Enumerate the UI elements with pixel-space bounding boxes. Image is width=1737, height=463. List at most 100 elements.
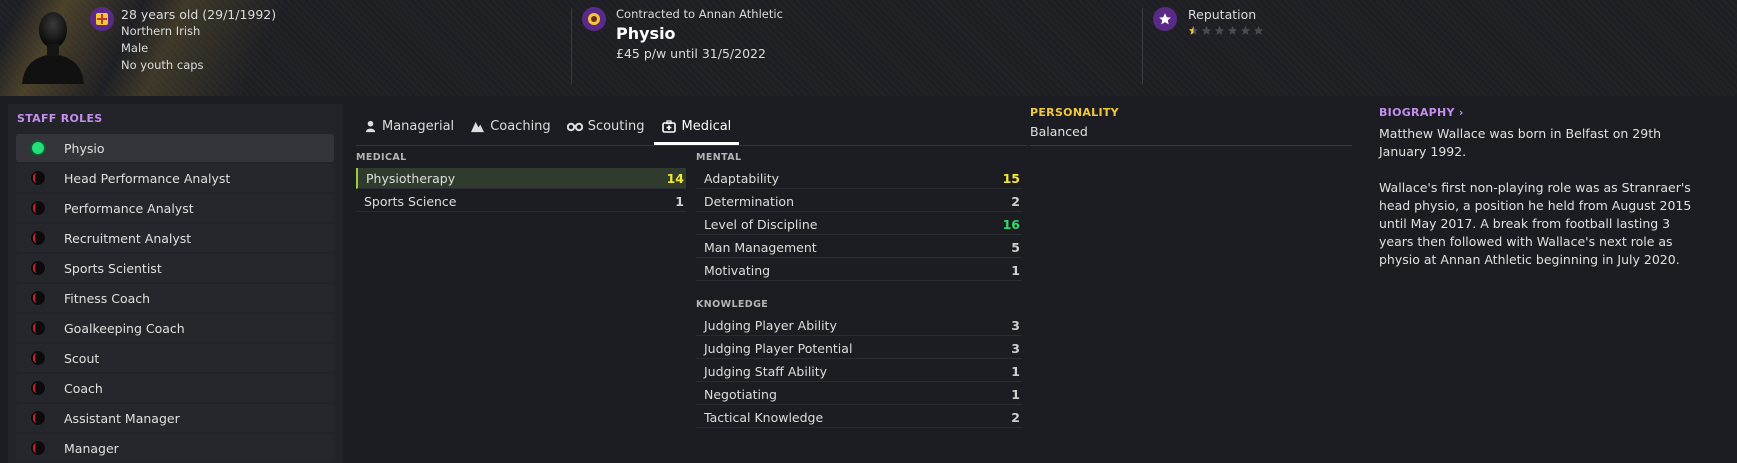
reputation-stars — [1188, 25, 1264, 36]
managerial-icon — [365, 120, 376, 132]
role-item[interactable]: Scout — [16, 344, 334, 372]
coaching-icon — [471, 121, 485, 132]
attribute-row[interactable]: Physiotherapy 14 — [356, 168, 686, 189]
attribute-value: 15 — [1002, 170, 1020, 186]
attribute-row[interactable]: Motivating 1 — [696, 260, 1022, 281]
role-item[interactable]: Goalkeeping Coach — [16, 314, 334, 342]
rating-star-icon — [1188, 25, 1199, 35]
tab-scouting[interactable]: Scouting — [559, 113, 653, 139]
attribute-value: 1 — [1011, 363, 1020, 379]
role-inactive-indicator-icon — [30, 170, 46, 186]
club-badge-icon[interactable] — [582, 7, 606, 31]
personality-title: PERSONALITY — [1030, 106, 1119, 119]
role-inactive-indicator-icon — [30, 230, 46, 246]
role-item[interactable]: Physio — [16, 134, 334, 162]
tab-label: Medical — [681, 118, 732, 134]
role-inactive-indicator-icon — [30, 410, 46, 426]
attribute-value: 16 — [1002, 216, 1020, 232]
attribute-value: 2 — [1011, 193, 1020, 209]
tab-coaching[interactable]: Coaching — [462, 113, 559, 139]
gender-text: Male — [121, 41, 149, 55]
biography-title: BIOGRAPHY — [1379, 106, 1455, 119]
reputation-label: Reputation — [1188, 7, 1257, 22]
role-active-indicator-icon — [30, 140, 46, 156]
staff-roles-panel: STAFF ROLES Physio Head Performance Analy… — [8, 104, 343, 463]
attribute-value: 3 — [1011, 340, 1020, 356]
age-text: 28 years old (29/1/1992) — [121, 7, 277, 22]
role-label: Scout — [64, 350, 100, 366]
binoculars-icon — [566, 122, 583, 132]
reputation-star-icon — [1153, 7, 1177, 31]
biography-paragraph: Wallace's first non-playing role was as … — [1379, 180, 1692, 267]
role-item[interactable]: Sports Scientist — [16, 254, 334, 282]
role-label: Manager — [64, 440, 119, 456]
attribute-row[interactable]: Determination 2 — [696, 191, 1022, 212]
attribute-row[interactable]: Negotiating 1 — [696, 384, 1022, 405]
biography-paragraph: Matthew Wallace was born in Belfast on 2… — [1379, 126, 1662, 159]
attribute-row[interactable]: Level of Discipline 16 — [696, 214, 1022, 235]
role-label: Assistant Manager — [64, 410, 180, 426]
attribute-name: Negotiating — [704, 386, 777, 402]
attribute-name: Judging Player Potential — [704, 340, 853, 356]
role-label: Goalkeeping Coach — [64, 320, 185, 336]
rating-star-icon — [1201, 25, 1212, 35]
attribute-tabs: Managerial Coaching Scouting Medical — [356, 113, 740, 145]
attribute-row[interactable]: Judging Player Ability 3 — [696, 315, 1022, 336]
tab-managerial[interactable]: Managerial — [356, 113, 462, 139]
role-item[interactable]: Assistant Manager — [16, 404, 334, 432]
reputation-block: Reputation — [1188, 6, 1264, 36]
attribute-value: 1 — [675, 193, 684, 209]
tab-medical[interactable]: Medical — [654, 113, 740, 145]
contract-text[interactable]: Contracted to Annan Athletic — [616, 6, 783, 23]
personality-value: Balanced — [1030, 124, 1088, 139]
attribute-row[interactable]: Man Management 5 — [696, 237, 1022, 258]
attribute-name: Level of Discipline — [704, 216, 818, 232]
attribute-value: 5 — [1011, 239, 1020, 255]
wage-text: £45 p/w until 31/5/2022 — [616, 46, 766, 61]
attribute-row[interactable]: Adaptability 15 — [696, 168, 1022, 189]
role-inactive-indicator-icon — [30, 260, 46, 276]
contract-info: Contracted to Annan Athletic Physio £45 … — [616, 6, 783, 62]
role-label: Fitness Coach — [64, 290, 151, 306]
role-item[interactable]: Recruitment Analyst — [16, 224, 334, 252]
tabs-divider — [356, 145, 1028, 146]
chevron-right-icon: › — [1458, 106, 1464, 119]
youth-caps-text: No youth caps — [121, 58, 204, 72]
personal-info: 28 years old (29/1/1992) Northern Irish … — [121, 6, 276, 74]
attribute-name: Adaptability — [704, 170, 780, 186]
role-item[interactable]: Coach — [16, 374, 334, 402]
role-label: Recruitment Analyst — [64, 230, 192, 246]
role-item[interactable]: Fitness Coach — [16, 284, 334, 312]
attribute-value: 2 — [1011, 409, 1020, 425]
role-item[interactable]: Performance Analyst — [16, 194, 334, 222]
attribute-row[interactable]: Judging Staff Ability 1 — [696, 361, 1022, 382]
role-item[interactable]: Head Performance Analyst — [16, 164, 334, 192]
knowledge-section-title: KNOWLEDGE — [696, 299, 769, 310]
role-label: Physio — [64, 140, 105, 156]
role-title: Physio — [616, 24, 676, 43]
role-label: Head Performance Analyst — [64, 170, 231, 186]
attribute-value: 3 — [1011, 317, 1020, 333]
attribute-row[interactable]: Sports Science 1 — [356, 191, 686, 212]
nationality-text[interactable]: Northern Irish — [121, 23, 276, 40]
role-item[interactable]: Manager — [16, 434, 334, 462]
role-inactive-indicator-icon — [30, 320, 46, 336]
staff-header: 28 years old (29/1/1992) Northern Irish … — [0, 0, 1737, 96]
biography-link[interactable]: BIOGRAPHY › — [1379, 106, 1464, 119]
medical-kit-icon — [662, 119, 677, 133]
role-label: Coach — [64, 380, 103, 396]
attribute-name: Determination — [704, 193, 795, 209]
attribute-name: Judging Player Ability — [704, 317, 837, 333]
attribute-row[interactable]: Tactical Knowledge 2 — [696, 407, 1022, 428]
tab-label: Coaching — [490, 118, 551, 134]
biography-text: Matthew Wallace was born in Belfast on 2… — [1379, 125, 1704, 287]
medical-section-title: MEDICAL — [356, 152, 407, 163]
role-inactive-indicator-icon — [30, 380, 46, 396]
role-inactive-indicator-icon — [30, 440, 46, 456]
header-divider — [1142, 8, 1143, 84]
attribute-row[interactable]: Judging Player Potential 3 — [696, 338, 1022, 359]
attribute-value: 1 — [1011, 386, 1020, 402]
attribute-name: Man Management — [704, 239, 817, 255]
attribute-name: Physiotherapy — [366, 170, 456, 186]
role-inactive-indicator-icon — [30, 350, 46, 366]
